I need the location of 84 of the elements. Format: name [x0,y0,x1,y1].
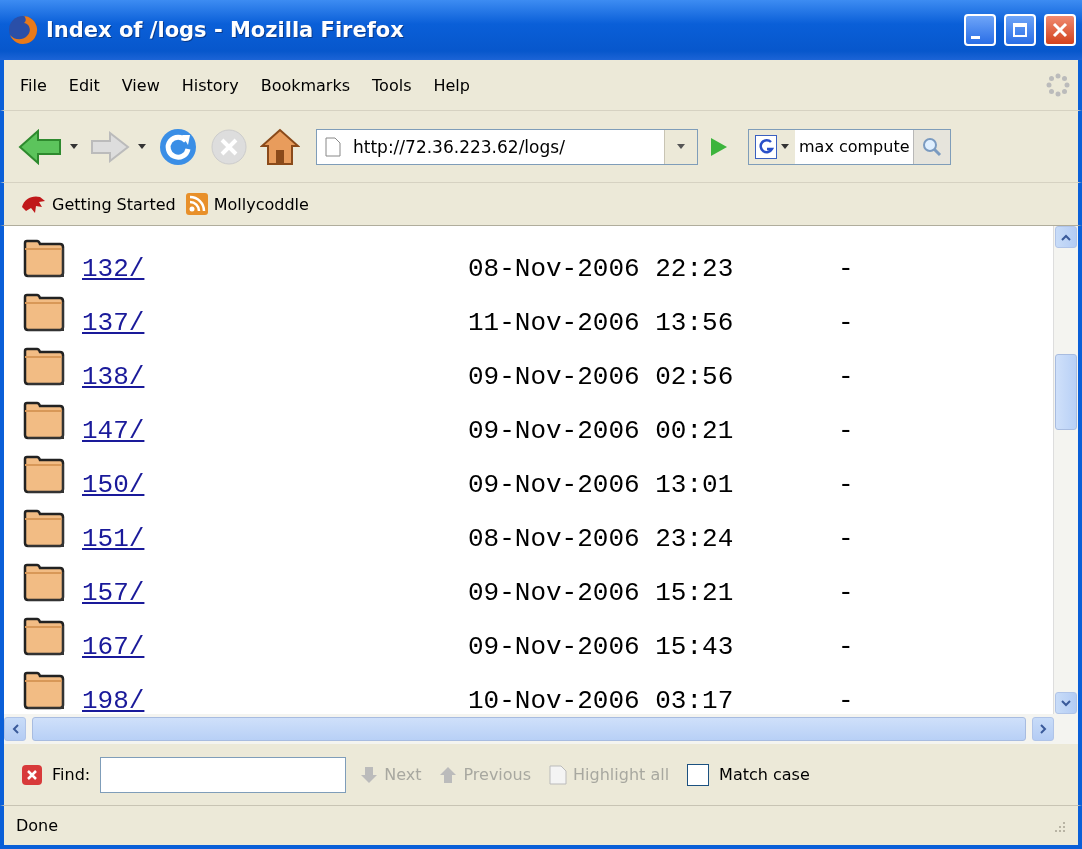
folder-link[interactable]: 167/ [82,632,468,664]
maximize-icon [1011,21,1029,39]
folder-link[interactable]: 151/ [82,524,468,556]
scroll-left-button[interactable] [4,717,26,741]
back-arrow-icon[interactable] [18,128,62,165]
file-size: - [838,632,854,664]
close-button[interactable] [1044,14,1076,46]
date-modified: 09-Nov-2006 02:56 [468,362,735,394]
folder-icon [22,455,66,495]
home-icon[interactable] [260,127,300,166]
maximize-button[interactable] [1004,14,1036,46]
page-icon [325,136,341,157]
match-case-checkbox[interactable] [687,763,710,786]
chevron-up-icon [1061,233,1071,241]
folder-link[interactable]: 150/ [82,470,468,502]
file-size: - [838,524,854,556]
folder-link[interactable]: 198/ [82,686,468,714]
folder-icon [22,347,66,387]
feed-icon [185,193,208,215]
date-modified: 08-Nov-2006 22:23 [468,254,735,286]
caret-icon[interactable] [70,143,78,150]
document-icon [549,764,568,785]
match-case-label: Match case [719,765,810,784]
folder-icon [22,671,66,711]
date-modified: 09-Nov-2006 15:21 [468,578,735,610]
folder-icon [22,239,66,279]
folder-icon [22,617,66,657]
date-modified: 10-Nov-2006 03:17 [468,686,735,714]
folder-link[interactable]: 137/ [82,308,468,340]
caret-icon[interactable] [138,143,146,150]
menu-item[interactable]: Edit [60,71,108,99]
history-dropdown-button[interactable] [664,129,697,164]
scroll-up-button[interactable] [1055,226,1077,248]
folder-link[interactable]: 138/ [82,362,468,394]
file-size: - [838,578,854,610]
scroll-down-button[interactable] [1055,692,1077,714]
menu-item[interactable]: Bookmarks [252,71,359,99]
minimize-icon [971,36,980,39]
menu-item[interactable]: View [113,71,168,99]
scrollbar-thumb[interactable] [32,717,1026,741]
chevron-down-icon [1061,699,1071,707]
address-field[interactable]: http://72.36.223.62/logs/ [316,128,698,165]
bookmark-link[interactable]: Getting Started [52,194,176,214]
folder-link[interactable]: 132/ [82,254,468,286]
window-title: Index of /logs - Mozilla Firefox [46,18,405,42]
file-size: - [838,362,854,394]
folder-link[interactable]: 157/ [82,578,468,610]
find-field[interactable] [100,756,347,793]
menu-item[interactable]: History [173,71,247,99]
date-modified: 08-Nov-2006 23:24 [468,524,735,556]
up-arrow-icon [439,765,458,784]
menu-item[interactable]: Tools [364,71,420,99]
date-modified: 09-Nov-2006 13:01 [468,470,735,502]
chevron-left-icon [11,724,19,734]
scroll-right-button[interactable] [1032,717,1054,741]
file-size: - [838,686,854,714]
bookmark-link[interactable]: Mollycoddle [213,194,309,214]
firefox-logo-icon [8,15,38,45]
down-arrow-icon [360,765,379,784]
minimize-button[interactable] [964,14,996,46]
folder-icon [22,293,66,333]
close-icon[interactable] [22,764,42,785]
folder-link[interactable]: 147/ [82,416,468,448]
file-size: - [838,416,854,448]
caret-icon [677,143,685,150]
date-modified: 09-Nov-2006 15:43 [468,632,735,664]
menu-item[interactable]: Help [425,71,478,99]
file-size: - [838,470,854,502]
status-text: Done [16,816,60,835]
date-modified: 11-Nov-2006 13:56 [468,308,735,340]
file-size: - [838,254,854,286]
find-label: Find: [52,765,91,784]
file-size: - [838,308,854,340]
chevron-right-icon [1039,724,1047,734]
scrollbar-thumb[interactable] [1055,354,1077,430]
go-icon[interactable] [710,136,728,157]
folder-icon [22,563,66,603]
folder-icon [22,401,66,441]
close-icon [1051,21,1069,39]
folder-icon [22,509,66,549]
date-modified: 09-Nov-2006 00:21 [468,416,735,448]
reload-icon[interactable] [158,126,198,167]
menu-item[interactable]: File [12,71,55,99]
throbber-icon [1046,73,1070,97]
